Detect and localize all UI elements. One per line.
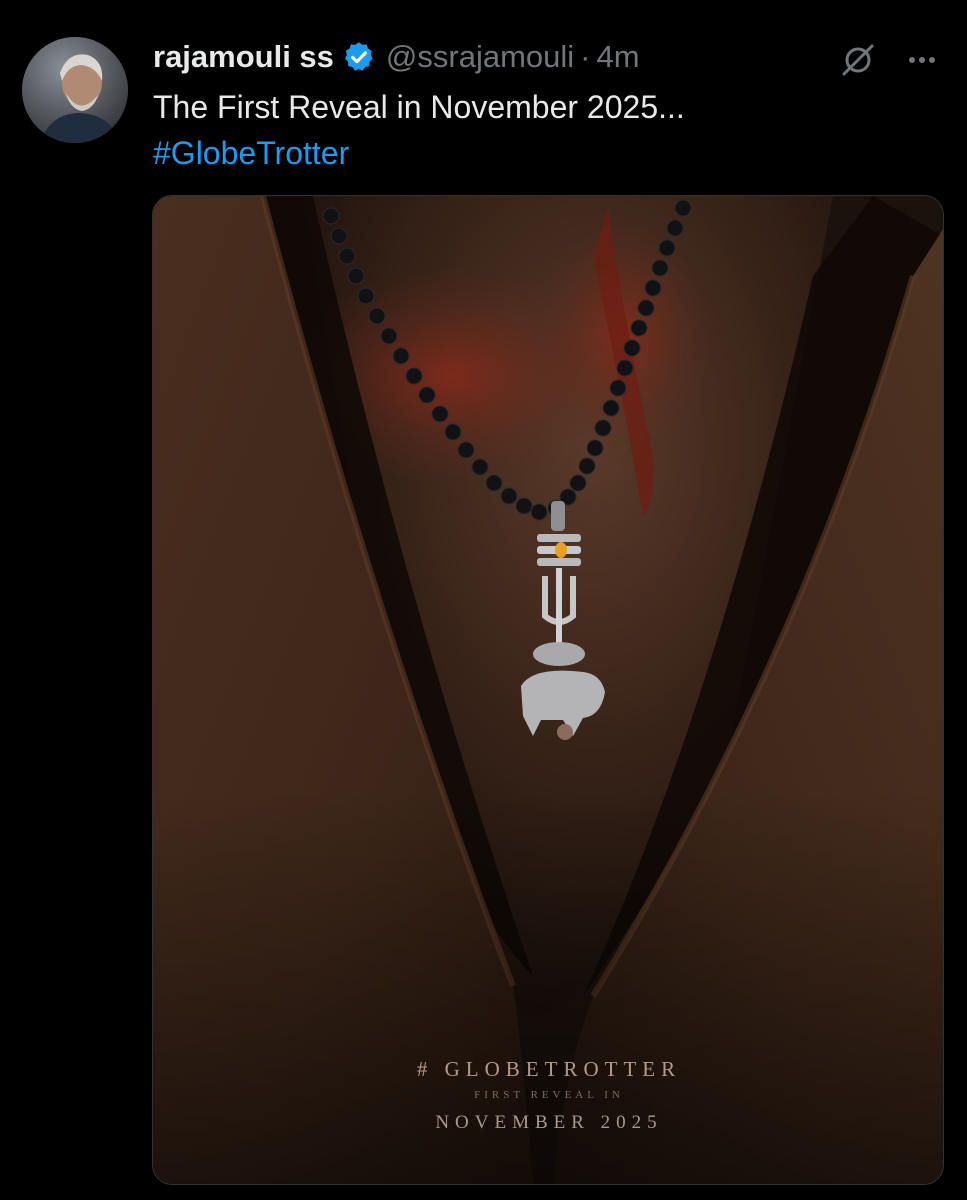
poster-subtitle: FIRST REVEAL IN — [474, 1089, 624, 1101]
hashtag-link[interactable]: #GlobeTrotter — [153, 130, 685, 176]
author-handle[interactable]: @ssrajamouli — [386, 39, 574, 75]
tweet[interactable]: rajamouli ss @ssrajamouli · 4m The First… — [0, 0, 967, 1200]
avatar-photo — [22, 37, 128, 143]
grok-icon[interactable] — [838, 40, 878, 80]
avatar[interactable] — [22, 37, 128, 143]
verified-badge-icon — [342, 40, 376, 74]
poster-title: # GLOBETROTTER — [416, 1057, 682, 1081]
post-header: rajamouli ss @ssrajamouli · 4m — [153, 34, 640, 80]
post-text: The First Reveal in November 2025... #Gl… — [153, 84, 685, 176]
separator-dot: · — [580, 39, 591, 74]
author-display-name[interactable]: rajamouli ss — [153, 39, 334, 75]
poster-date: NOVEMBER 2025 — [435, 1112, 663, 1133]
more-options-icon[interactable] — [902, 40, 942, 80]
post-media-image[interactable]: # GLOBETROTTER FIRST REVEAL IN NOVEMBER … — [152, 195, 944, 1185]
poster-artwork — [153, 196, 943, 1184]
post-timestamp[interactable]: 4m — [597, 39, 640, 75]
post-text-line: The First Reveal in November 2025... — [153, 89, 685, 125]
